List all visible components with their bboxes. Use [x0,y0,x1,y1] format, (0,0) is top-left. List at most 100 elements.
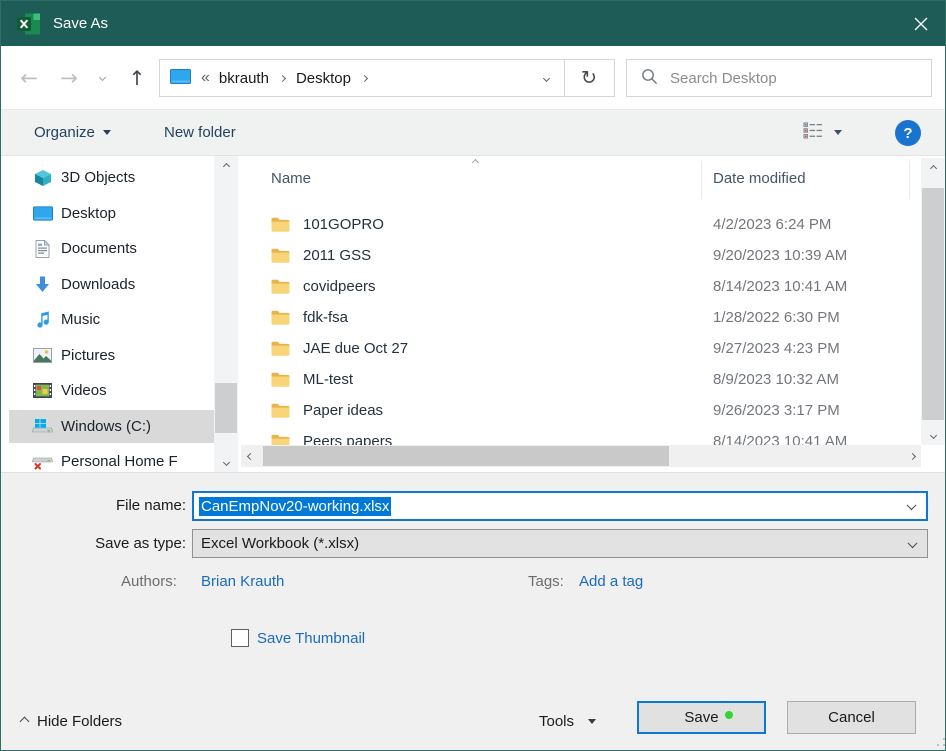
organize-button[interactable]: Organize [34,110,111,155]
pictures-icon [31,348,54,363]
breadcrumb[interactable]: « bkrauth Desktop [159,59,565,97]
file-name-value[interactable]: CanEmpNov20-working.xlsx [199,497,391,516]
sidebar-item-windows-c[interactable]: Windows (C:) [1,409,214,445]
file-row[interactable]: covidpeers 8/14/2023 10:41 AM [241,271,921,302]
save-as-type-value: Excel Workbook (*.xlsx) [201,535,359,552]
save-as-type-label: Save as type: [1,535,186,552]
videos-icon [31,383,54,398]
add-a-tag-link[interactable]: Add a tag [579,573,643,590]
list-scrollbar[interactable] [921,158,945,445]
breadcrumb-item-bkrauth[interactable]: bkrauth [219,70,269,87]
sidebar-item-personal-home[interactable]: Personal Home F [1,444,214,472]
file-row[interactable]: ML-test 8/9/2023 10:32 AM [241,364,921,395]
search-box [626,59,932,97]
file-name: Paper ideas [303,402,383,419]
scroll-left-button[interactable] [241,445,259,467]
scrollbar-thumb[interactable] [263,446,669,466]
sidebar-item-label: Documents [61,240,137,257]
sidebar-scrollbar[interactable] [214,156,238,472]
chevron-down-icon [929,431,936,438]
scrollbar-thumb[interactable] [922,188,944,420]
save-as-type-select[interactable]: Excel Workbook (*.xlsx) [192,529,928,558]
column-divider[interactable] [701,161,702,199]
chevron-down-icon [98,74,105,81]
scroll-down-button[interactable] [921,425,945,445]
sidebar-item-music[interactable]: Music [1,302,214,338]
hide-folders-button[interactable]: Hide Folders [21,705,122,738]
resize-grip[interactable] [937,744,939,746]
chevron-up-icon [929,164,936,171]
cancel-button[interactable]: Cancel [787,701,916,734]
breadcrumb-overflow-button[interactable]: « [201,69,210,87]
file-date-modified: 9/27/2023 4:23 PM [713,340,840,357]
back-button[interactable]: ← [9,46,49,109]
desktop-icon [31,206,54,221]
sidebar-item-downloads[interactable]: Downloads [1,267,214,303]
column-header-date-modified[interactable]: Date modified [713,170,806,187]
file-date-modified: 8/14/2023 10:41 AM [713,278,847,295]
sidebar-item-pictures[interactable]: Pictures [1,338,214,374]
file-row[interactable]: fdk-fsa 1/28/2022 6:30 PM [241,302,921,333]
file-row[interactable]: Paper ideas 9/26/2023 3:17 PM [241,395,921,426]
scroll-up-button[interactable] [214,156,238,176]
sidebar-item-label: Music [61,311,100,328]
up-button[interactable]: ↑ [119,46,155,109]
horizontal-scrollbar[interactable] [241,445,921,467]
close-button[interactable] [897,1,945,46]
change-view-button[interactable] [803,110,842,155]
file-name-label: File name: [1,497,186,514]
breadcrumb-item-desktop[interactable]: Desktop [296,70,351,87]
file-browser: 3D Objects Desktop Documents Downloads [1,156,946,472]
search-input[interactable] [670,70,900,87]
column-divider[interactable] [909,161,910,199]
file-name-input[interactable]: CanEmpNov20-working.xlsx [192,491,928,521]
close-icon [914,17,928,31]
new-folder-button[interactable]: New folder [164,110,236,155]
dropdown-triangle-icon [103,130,111,135]
navigation-bar: ← → ↑ « bkrauth Desktop ↻ [1,46,945,109]
folder-icon [271,217,290,236]
save-as-dialog: Save As ← → ↑ « bkrauth Desktop [0,0,946,751]
save-button[interactable]: Save [637,701,766,734]
sidebar-item-desktop[interactable]: Desktop [1,196,214,232]
save-thumbnail-label[interactable]: Save Thumbnail [257,630,365,647]
file-row[interactable]: 2011 GSS 9/20/2023 10:39 AM [241,240,921,271]
tools-button[interactable]: Tools [539,705,596,738]
chevron-down-icon [908,538,918,548]
column-header-name[interactable]: Name [271,170,311,187]
sidebar-item-label: Windows (C:) [61,418,151,435]
cancel-button-label: Cancel [828,709,875,726]
sidebar-item-label: Desktop [61,205,116,222]
chevron-right-icon [361,74,368,81]
chevron-up-icon [222,162,229,169]
scroll-down-button[interactable] [214,452,238,472]
save-thumbnail-checkbox[interactable] [231,629,249,647]
recent-locations-button[interactable] [89,46,115,109]
file-name: JAE due Oct 27 [303,340,408,357]
scroll-right-button[interactable] [903,445,921,467]
sidebar-item-label: 3D Objects [61,169,135,186]
chevron-down-icon[interactable] [907,500,917,510]
authors-label: Authors: [121,573,177,590]
downloads-icon [31,276,54,293]
file-row[interactable]: 101GOPRO 4/2/2023 6:24 PM [241,209,921,240]
address-dropdown-button[interactable] [528,60,564,96]
folder-icon [271,279,290,298]
sidebar-item-videos[interactable]: Videos [1,373,214,409]
help-button[interactable]: ? [895,120,921,146]
folder-icon [271,372,290,391]
file-row[interactable]: JAE due Oct 27 9/27/2023 4:23 PM [241,333,921,364]
refresh-button[interactable]: ↻ [564,59,615,97]
scroll-up-button[interactable] [921,158,945,178]
authors-value-link[interactable]: Brian Krauth [201,573,284,590]
forward-button[interactable]: → [49,46,89,109]
network-drive-disconnected-icon [31,454,54,470]
dropdown-triangle-icon [834,130,842,135]
tags-label: Tags: [528,573,564,590]
file-name: 2011 GSS [303,247,371,264]
help-icon: ? [903,125,912,142]
sidebar-item-documents[interactable]: Documents [1,231,214,267]
sidebar-item-3d-objects[interactable]: 3D Objects [1,160,214,196]
scrollbar-thumb[interactable] [215,383,237,433]
excel-icon [16,12,42,36]
